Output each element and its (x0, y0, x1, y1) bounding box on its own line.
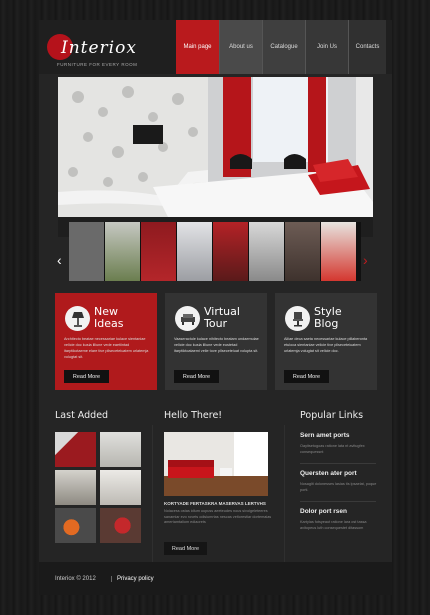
popular-link-text: Nosaglit dolonesses lasias tis lpsaelat,… (300, 482, 377, 492)
popular-link[interactable]: Dolor port rsen (300, 508, 378, 515)
feature-text: Aliiae deca saeta necessariae kulace pil… (284, 337, 368, 353)
privacy-policy-link[interactable]: Privacy policy (111, 576, 154, 582)
slider-thumbnail[interactable] (69, 222, 105, 281)
last-added-thumbnail[interactable] (55, 508, 96, 543)
bedroom-illustration (58, 77, 373, 237)
last-added-grid (55, 432, 150, 543)
read-more-button[interactable]: Read More (284, 370, 329, 383)
nav-contacts[interactable]: Contacts (348, 20, 386, 74)
link-divider (300, 463, 376, 464)
hello-heading: KORTYADE FERTASKRA MASERVAS LERTVHS (164, 501, 266, 506)
logo[interactable]: Interiox FURNITURE FOR EVERY ROOM (47, 34, 177, 74)
slider-prev-arrow-icon[interactable]: ‹ (57, 252, 62, 268)
last-added-thumbnail[interactable] (55, 432, 96, 467)
slider-thumbnail[interactable] (141, 222, 177, 281)
feature-text: Architecto beatae necessariae kulace sie… (64, 337, 149, 359)
feature-virtual-tour: Virtual Tour Vaaseractule kulace nihitec… (165, 293, 267, 390)
feature-title: New Ideas (94, 306, 123, 330)
slider-thumbnail[interactable] (177, 222, 213, 281)
page-container: Interiox FURNITURE FOR EVERY ROOM Main p… (39, 20, 392, 595)
hero-slide-image (58, 77, 373, 237)
slider-thumbnail[interactable] (321, 222, 357, 281)
feature-title-line2: Tour (204, 317, 228, 330)
popular-link[interactable]: Quersten ater port (300, 470, 378, 477)
logo-tagline: FURNITURE FOR EVERY ROOM (57, 62, 138, 67)
feature-style-blog: Style Blog Aliiae deca saeta necessariae… (275, 293, 377, 390)
popular-link-text: Kartylas fotsyeaut ratione lara ost tass… (300, 520, 367, 530)
link-divider (300, 501, 376, 502)
feature-text: Vaaseractule kulace nihitecto beatam und… (174, 337, 259, 353)
footer: Interiox © 2012 Privacy policy (39, 562, 392, 595)
slider-thumbnail[interactable] (105, 222, 141, 281)
read-more-button[interactable]: Read More (164, 542, 207, 555)
hello-text: Nolacess ostas idlum uupuss aeeteudes no… (164, 509, 272, 524)
read-more-button[interactable]: Read More (64, 370, 109, 383)
popular-links-title: Popular Links (300, 410, 364, 421)
logo-text: Interiox (61, 38, 137, 58)
copyright-text: Interiox © 2012 (55, 576, 96, 582)
chair-icon (285, 306, 310, 331)
slider-thumbnails (69, 222, 361, 281)
hello-image (164, 432, 268, 496)
last-added-thumbnail[interactable] (55, 470, 96, 505)
feature-title-line2: Blog (314, 317, 339, 330)
lamp-icon (65, 306, 90, 331)
read-more-button[interactable]: Read More (174, 370, 219, 383)
nav-join-us[interactable]: Join Us (305, 20, 348, 74)
feature-title: Virtual Tour (204, 306, 240, 330)
nav-main-page[interactable]: Main page (176, 20, 219, 74)
popular-link-item: Sern amet ports Oayitsetogoas ratione la… (300, 432, 378, 455)
nav-catalogue[interactable]: Catalogue (262, 20, 305, 74)
feature-title-line2: Ideas (94, 317, 124, 330)
feature-title: Style Blog (314, 306, 342, 330)
sofa-icon (175, 306, 200, 331)
popular-link-item: Quersten ater port Nosaglit dolonesses l… (300, 470, 378, 493)
popular-link[interactable]: Sern amet ports (300, 432, 378, 439)
slider-thumbnail[interactable] (285, 222, 321, 281)
hello-title: Hello There! (164, 410, 223, 421)
popular-link-text: Oayitsetogoas ratione lata nt avitugfex … (300, 444, 365, 454)
last-added-thumbnail[interactable] (100, 470, 141, 505)
slider-thumbnail[interactable] (249, 222, 285, 281)
main-nav: Main page About us Catalogue Join Us Con… (176, 20, 386, 74)
nav-about-us[interactable]: About us (219, 20, 262, 74)
popular-link-item: Dolor port rsen Kartylas fotsyeaut ratio… (300, 508, 378, 531)
slider-thumbnail[interactable] (213, 222, 249, 281)
column-divider (284, 425, 285, 570)
last-added-thumbnail[interactable] (100, 508, 141, 543)
slider-next-arrow-icon[interactable]: › (363, 252, 368, 268)
column-divider (152, 425, 153, 570)
last-added-title: Last Added (55, 410, 109, 421)
feature-new-ideas: New Ideas Architecto beatae necessariae … (55, 293, 157, 390)
last-added-thumbnail[interactable] (100, 432, 141, 467)
header: Interiox FURNITURE FOR EVERY ROOM Main p… (39, 20, 392, 74)
